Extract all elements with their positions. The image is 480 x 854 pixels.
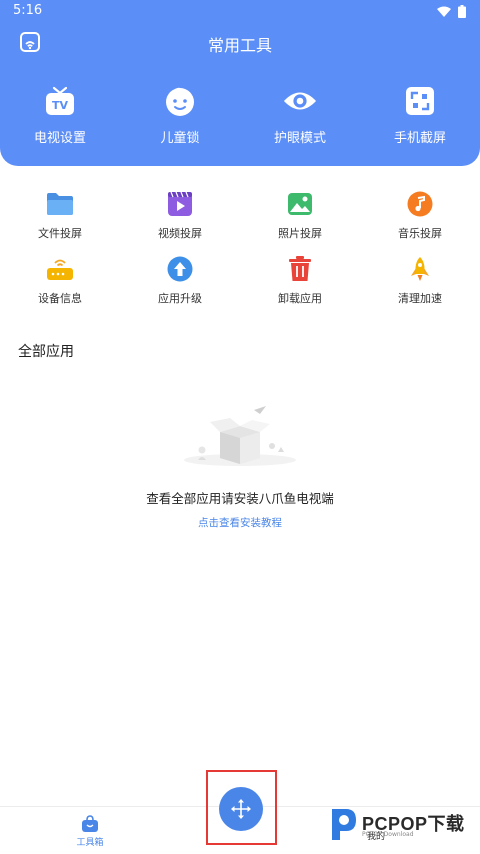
- tool-music-cast-label: 音乐投屏: [398, 227, 442, 240]
- watermark: PCPOP下载 PCPOP Download: [326, 803, 476, 849]
- tool-app-upgrade-label: 应用升级: [158, 292, 202, 305]
- all-apps-title: 全部应用: [18, 344, 74, 360]
- tool-child-lock-label: 儿童锁: [160, 131, 200, 146]
- tool-uninstall-app-label: 卸载应用: [278, 292, 322, 305]
- trash-icon: [286, 255, 314, 283]
- nav-toolbox[interactable]: 工具箱: [68, 815, 112, 848]
- folder-icon: [46, 190, 74, 218]
- tool-clean-boost[interactable]: 清理加速: [360, 255, 480, 320]
- video-icon: [166, 190, 194, 218]
- status-icons: [437, 5, 466, 18]
- header: 5:16 常用工具 TV 电视设置 儿童锁 护眼模式 手机截屏: [0, 0, 480, 166]
- tool-uninstall-app[interactable]: 卸载应用: [240, 255, 360, 320]
- tool-device-info-label: 设备信息: [38, 292, 82, 305]
- tool-video-cast-label: 视频投屏: [158, 227, 202, 240]
- nav-toolbox-label: 工具箱: [76, 838, 104, 848]
- battery-icon: [458, 5, 466, 18]
- tool-phone-screenshot-label: 手机截屏: [393, 131, 446, 146]
- tool-grid-row: 文件投屏 视频投屏 照片投屏 音乐投屏: [0, 190, 480, 255]
- tool-eye-protection-label: 护眼模式: [273, 131, 326, 146]
- music-icon: [406, 190, 434, 218]
- wifi-icon: [437, 6, 451, 17]
- tool-tv-settings[interactable]: TV 电视设置: [0, 84, 120, 146]
- eye-icon: [283, 84, 317, 118]
- tool-grid-row: 设备信息 应用升级 卸载应用 清理加速: [0, 255, 480, 320]
- upgrade-icon: [166, 255, 194, 283]
- empty-state-text: 查看全部应用请安装八爪鱼电视端: [146, 491, 334, 506]
- install-tutorial-link[interactable]: 点击查看安装教程: [0, 515, 480, 530]
- tool-photo-cast[interactable]: 照片投屏: [240, 190, 360, 255]
- tool-grid: 文件投屏 视频投屏 照片投屏 音乐投屏 设备信息 应用升级 卸载应用 清理加速: [0, 190, 480, 320]
- top-tools: TV 电视设置 儿童锁 护眼模式 手机截屏: [0, 84, 480, 146]
- tv-icon: TV: [43, 84, 77, 118]
- move-fab-button[interactable]: [219, 787, 263, 831]
- tool-app-upgrade[interactable]: 应用升级: [120, 255, 240, 320]
- tool-file-cast[interactable]: 文件投屏: [0, 190, 120, 255]
- status-time: 5:16: [13, 3, 43, 18]
- tool-tv-settings-label: 电视设置: [33, 131, 86, 146]
- empty-box-illustration: [180, 402, 300, 472]
- pcpop-logo-icon: [332, 809, 356, 840]
- tool-clean-boost-label: 清理加速: [398, 292, 442, 305]
- tool-music-cast[interactable]: 音乐投屏: [360, 190, 480, 255]
- rocket-icon: [406, 255, 434, 283]
- photo-icon: [286, 190, 314, 218]
- move-arrows-icon: [231, 799, 251, 819]
- tool-photo-cast-label: 照片投屏: [278, 227, 322, 240]
- tool-device-info[interactable]: 设备信息: [0, 255, 120, 320]
- router-icon: [46, 255, 74, 283]
- tool-file-cast-label: 文件投屏: [38, 227, 82, 240]
- status-bar: 5:16: [0, 0, 480, 24]
- tool-eye-protection[interactable]: 护眼模式: [240, 84, 360, 146]
- screenshot-icon: [403, 84, 437, 118]
- tool-video-cast[interactable]: 视频投屏: [120, 190, 240, 255]
- tool-phone-screenshot[interactable]: 手机截屏: [360, 84, 480, 146]
- page-title: 常用工具: [207, 36, 272, 55]
- svg-text:TV: TV: [52, 99, 69, 112]
- child-face-icon: [163, 84, 197, 118]
- watermark-subtext: PCPOP Download: [362, 831, 414, 838]
- toolbox-icon: [82, 815, 98, 832]
- tool-child-lock[interactable]: 儿童锁: [120, 84, 240, 146]
